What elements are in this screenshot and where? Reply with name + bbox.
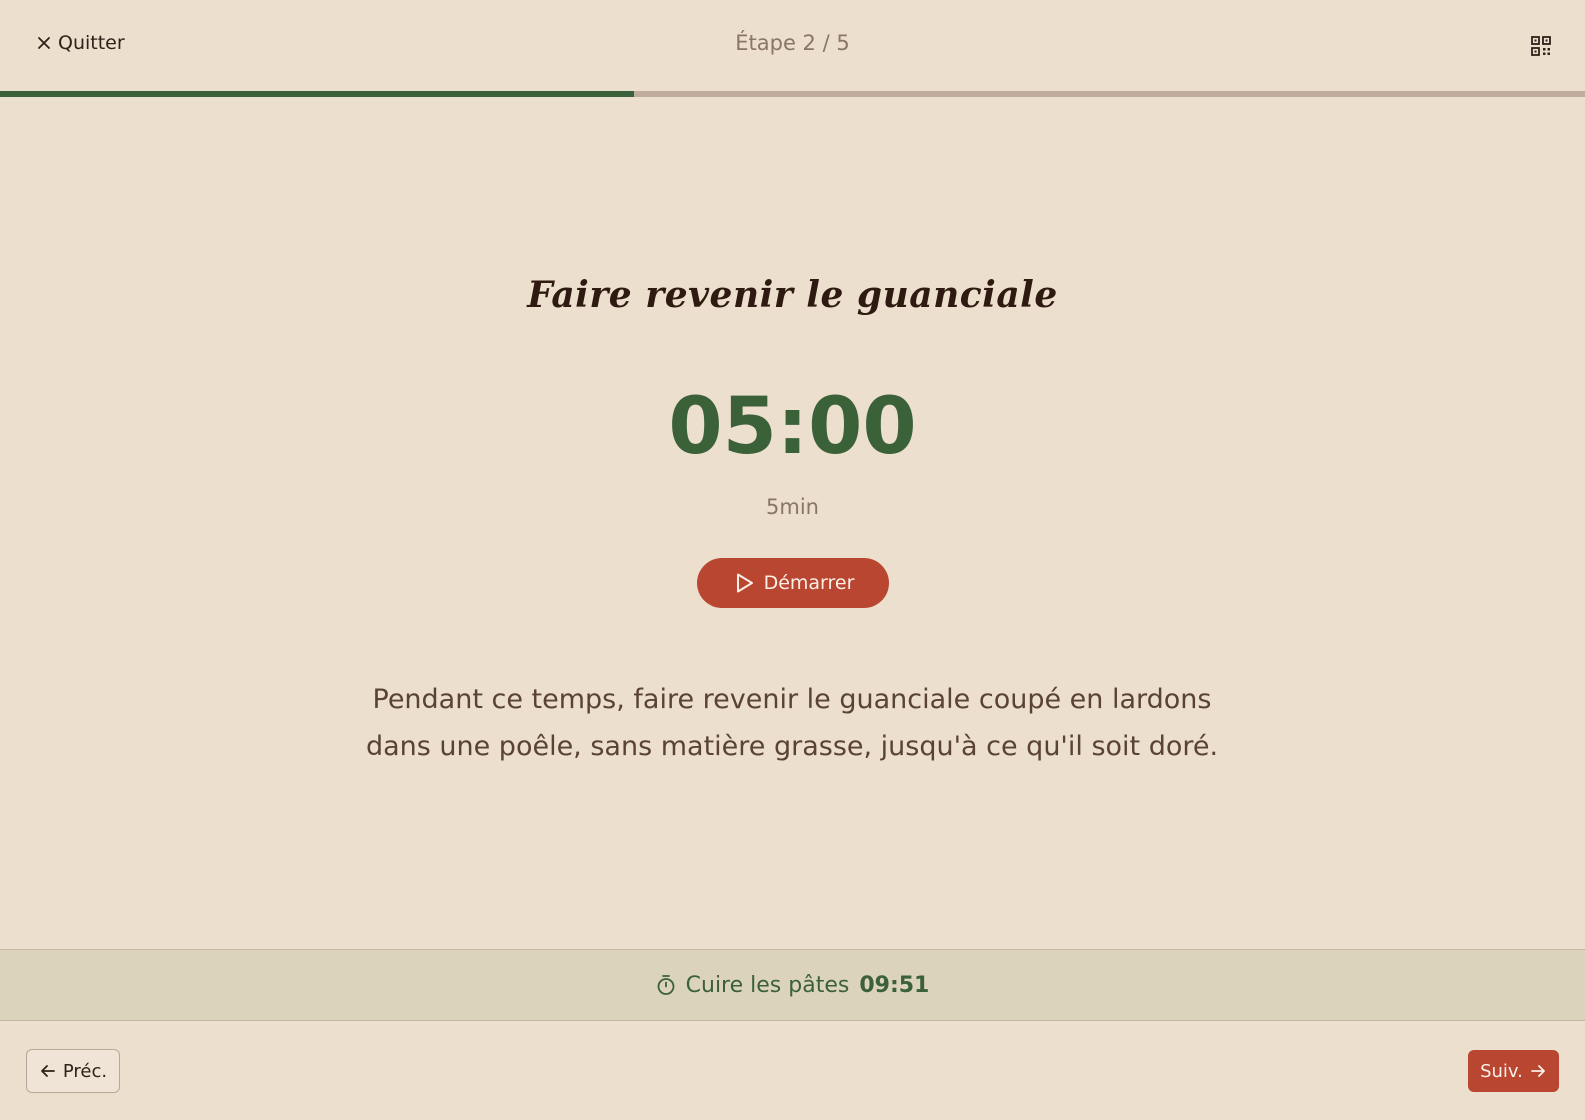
timer-display: 05:00: [668, 382, 917, 472]
arrow-left-icon: [40, 1065, 55, 1077]
progress-bar: [0, 91, 1585, 97]
top-bar: Quitter Étape 2 / 5: [0, 0, 1585, 91]
active-timer-bar[interactable]: Cuire les pâtes 09:51: [0, 949, 1585, 1021]
previous-step-button[interactable]: Préc.: [26, 1049, 120, 1093]
arrow-right-icon: [1531, 1065, 1545, 1077]
play-icon: [736, 573, 753, 593]
qr-code-button[interactable]: [1530, 35, 1552, 57]
stopwatch-icon: [657, 975, 675, 995]
timer-duration: 5min: [766, 495, 819, 519]
start-label: Démarrer: [763, 572, 855, 594]
qr-code-icon: [1531, 36, 1551, 56]
next-label: Suiv.: [1480, 1060, 1523, 1082]
active-timer-label: Cuire les pâtes: [685, 972, 850, 998]
active-timer-time: 09:51: [859, 972, 930, 998]
next-step-button[interactable]: Suiv.: [1468, 1050, 1559, 1092]
previous-label: Préc.: [62, 1060, 108, 1082]
step-instructions: Pendant ce temps, faire revenir le guanc…: [365, 684, 1219, 762]
progress-fill: [0, 91, 634, 97]
start-timer-button[interactable]: Démarrer: [697, 558, 889, 608]
step-title: Faire revenir le guanciale: [527, 274, 1058, 316]
step-counter: Étape 2 / 5: [735, 31, 850, 55]
